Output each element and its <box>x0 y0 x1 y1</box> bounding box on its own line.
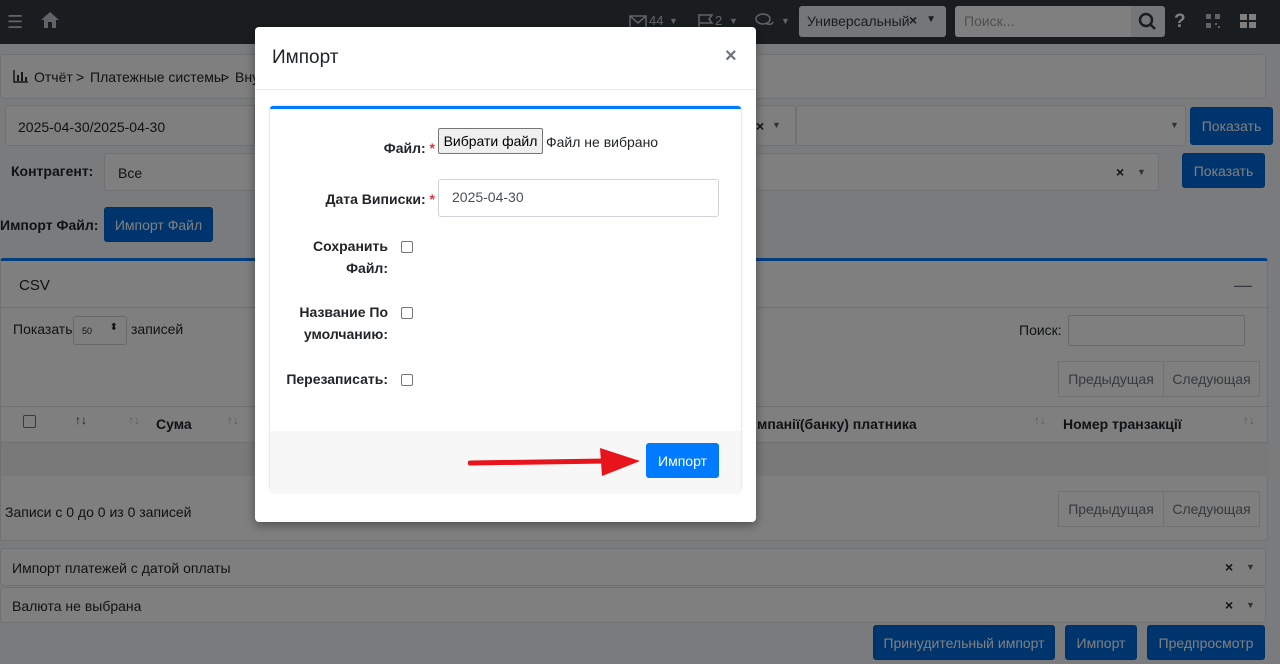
save-file-checkbox[interactable] <box>401 241 413 253</box>
default-name-label-line1: Название По <box>299 304 388 320</box>
file-status: Файл не вибрано <box>546 134 659 150</box>
statement-date-label: Дата Виписки: * <box>326 188 435 210</box>
overwrite-checkbox[interactable] <box>401 374 413 386</box>
save-file-label-line1: Сохранить <box>313 238 388 254</box>
close-icon[interactable]: × <box>725 45 737 68</box>
file-label-text: Файл: <box>383 140 426 156</box>
import-submit-button[interactable]: Импорт <box>646 443 719 478</box>
required-mark: * <box>429 140 435 156</box>
import-form-card: Файл: * Вибрати файл Файл не вибрано Дат… <box>270 106 741 494</box>
red-arrow-annotation <box>468 448 640 476</box>
default-name-label: Название По умолчанию: <box>299 301 388 345</box>
statement-date-label-text: Дата Виписки: <box>325 191 426 207</box>
choose-file-button[interactable]: Вибрати файл <box>438 128 543 154</box>
file-label: Файл: * <box>384 137 435 159</box>
modal-divider <box>255 89 756 90</box>
overwrite-label: Перезаписать: <box>286 371 388 387</box>
default-name-checkbox[interactable] <box>401 307 413 319</box>
default-name-label-line2: умолчанию: <box>303 326 388 342</box>
save-file-label-line2: Файл: <box>346 260 388 276</box>
statement-date-input[interactable]: 2025-04-30 <box>438 179 719 217</box>
modal-title: Импорт <box>272 47 339 68</box>
save-file-label: Сохранить Файл: <box>313 235 388 279</box>
required-mark: * <box>429 191 435 207</box>
